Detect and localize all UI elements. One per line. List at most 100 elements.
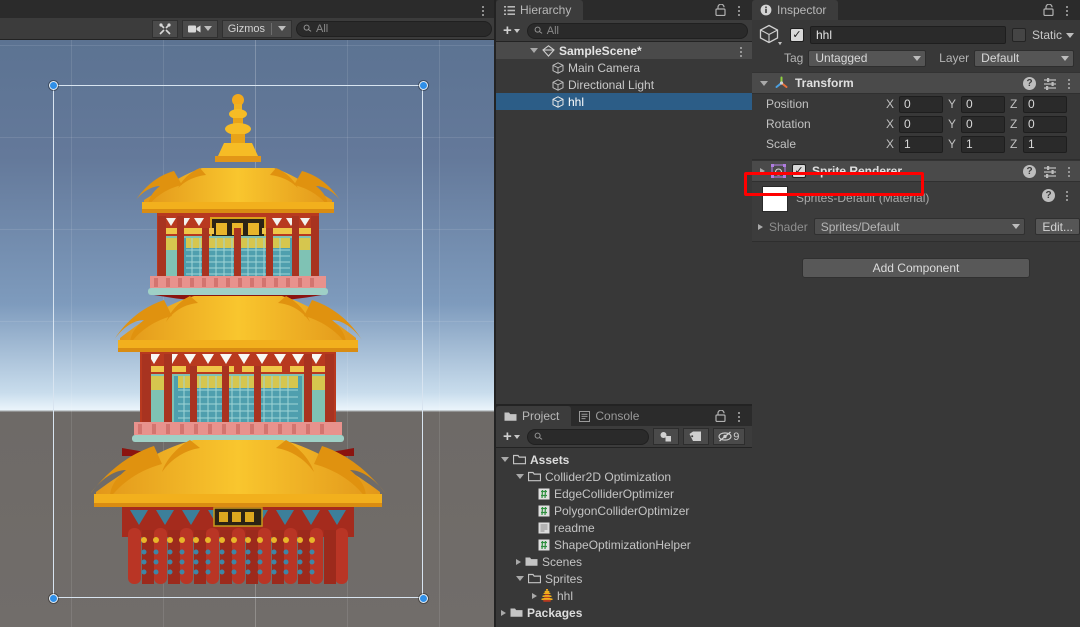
scale-z-input[interactable]: 1	[1023, 135, 1067, 153]
gameobject-name-input[interactable]: hhl	[810, 26, 1006, 44]
filter-by-type-icon[interactable]	[652, 428, 679, 445]
shader-label: Shader	[769, 219, 808, 234]
axis-label-y: Y	[948, 137, 957, 151]
hierarchy-search-input[interactable]: All	[526, 22, 748, 39]
hierarchy-item-hhl[interactable]: hhl	[496, 93, 752, 110]
hierarchy-item-label: SampleScene*	[559, 43, 642, 58]
tab-console-label: Console	[595, 409, 640, 423]
hierarchy-item-samplescene[interactable]: SampleScene*	[496, 42, 752, 59]
rotation-x-input[interactable]: 0	[899, 115, 943, 133]
hierarchy-item-label: hhl	[568, 94, 585, 109]
scene-search-input[interactable]: All	[296, 20, 492, 37]
hierarchy-item-label: Directional Light	[568, 77, 655, 92]
chevron-down-icon[interactable]	[516, 576, 524, 581]
tab-inspector[interactable]: Inspector	[752, 0, 839, 20]
chevron-right-icon[interactable]	[501, 609, 506, 616]
lock-icon[interactable]	[715, 4, 726, 16]
folder-icon	[525, 557, 538, 566]
hierarchy-item-main-camera[interactable]: Main Camera	[496, 59, 752, 76]
preset-sliders-icon[interactable]	[1043, 77, 1057, 90]
transform-component-header[interactable]: Transform ?	[752, 72, 1080, 94]
project-item-shapeoptimizationhelper[interactable]: ShapeOptimizationHelper	[496, 536, 752, 553]
project-item-readme[interactable]: readme	[496, 519, 752, 536]
add-component-button[interactable]: Add Component	[802, 258, 1030, 278]
project-item-label: Collider2D Optimization	[545, 469, 672, 484]
help-icon[interactable]: ?	[1042, 188, 1055, 202]
tag-dropdown[interactable]: Untagged	[808, 49, 927, 67]
chevron-right-icon[interactable]	[758, 223, 763, 230]
filter-by-label-icon[interactable]	[682, 428, 709, 445]
gameobject-enabled-checkbox[interactable]: ✓	[790, 28, 804, 42]
chevron-right-icon[interactable]	[516, 558, 521, 565]
scale-y-input[interactable]: 1	[961, 135, 1005, 153]
csharp-script-icon	[538, 505, 550, 516]
shader-value: Sprites/Default	[820, 219, 900, 234]
project-item-packages[interactable]: Packages	[496, 604, 752, 621]
gameobject-icon	[552, 95, 564, 108]
scene-view-canvas[interactable]	[0, 40, 496, 627]
static-checkbox[interactable]: ✓	[1011, 28, 1026, 42]
selection-handle-top-left[interactable]	[48, 80, 58, 90]
scale-x-input[interactable]: 1	[899, 135, 943, 153]
help-icon[interactable]: ?	[1023, 76, 1036, 90]
position-x-input[interactable]: 0	[899, 95, 943, 113]
scene-camera-button[interactable]	[181, 19, 218, 38]
chevron-down-icon[interactable]	[760, 80, 768, 86]
project-item-polygoncollideroptimizer[interactable]: PolygonColliderOptimizer	[496, 502, 752, 519]
project-search-input[interactable]	[526, 428, 649, 445]
lock-icon[interactable]	[1043, 4, 1054, 16]
kebab-menu-icon[interactable]	[736, 44, 746, 58]
project-item-label: readme	[554, 520, 595, 535]
project-panel: Project Console + 9 Assets Collider2D Op…	[496, 406, 752, 627]
sprite-renderer-enabled-checkbox[interactable]: ✓	[792, 164, 806, 178]
gameobject-icon	[552, 78, 564, 91]
sprite-renderer-title: Sprite Renderer	[812, 164, 903, 178]
selection-handle-bottom-left[interactable]	[48, 593, 58, 603]
project-item-hhl[interactable]: hhl	[496, 587, 752, 604]
sprite-renderer-component-header[interactable]: ✓ Sprite Renderer ?	[752, 160, 1080, 182]
kebab-menu-icon[interactable]	[734, 409, 744, 423]
position-y-input[interactable]: 0	[961, 95, 1005, 113]
chevron-right-icon[interactable]	[532, 592, 537, 599]
chevron-down-icon[interactable]	[516, 474, 524, 479]
kebab-menu-icon[interactable]	[1062, 188, 1072, 202]
tab-project[interactable]: Project	[496, 406, 572, 426]
project-create-button[interactable]: +	[500, 428, 523, 445]
kebab-menu-icon[interactable]	[734, 3, 744, 17]
tools-icon[interactable]	[151, 19, 178, 38]
gameobject-name-value: hhl	[816, 28, 833, 42]
tab-console[interactable]: Console	[571, 406, 651, 426]
lock-icon[interactable]	[715, 410, 726, 422]
kebab-menu-icon[interactable]	[1064, 164, 1074, 178]
static-dropdown[interactable]: Static	[1032, 28, 1074, 42]
material-preview-swatch[interactable]	[762, 186, 788, 212]
gizmos-button[interactable]: Gizmos	[221, 19, 292, 38]
project-item-collider2d-optimization[interactable]: Collider2D Optimization	[496, 468, 752, 485]
edit-shader-button[interactable]: Edit...	[1035, 218, 1080, 235]
kebab-menu-icon[interactable]	[1064, 76, 1074, 90]
hidden-packages-button[interactable]: 9	[712, 428, 745, 445]
project-item-edgecollideroptimizer[interactable]: EdgeColliderOptimizer	[496, 485, 752, 502]
rotation-z-input[interactable]: 0	[1023, 115, 1067, 133]
selection-handle-bottom-right[interactable]	[418, 593, 428, 603]
tab-hierarchy[interactable]: Hierarchy	[496, 0, 584, 20]
hierarchy-item-directional-light[interactable]: Directional Light	[496, 76, 752, 93]
selection-handle-top-right[interactable]	[418, 80, 428, 90]
chevron-down-icon[interactable]	[501, 457, 509, 462]
kebab-menu-icon[interactable]	[478, 3, 488, 17]
chevron-right-icon[interactable]	[760, 168, 765, 174]
help-icon[interactable]: ?	[1023, 164, 1036, 178]
project-item-label: Sprites	[545, 571, 583, 586]
position-z-input[interactable]: 0	[1023, 95, 1067, 113]
kebab-menu-icon[interactable]	[1062, 3, 1072, 17]
hierarchy-create-button[interactable]: +	[500, 22, 523, 39]
divider	[271, 22, 272, 35]
preset-sliders-icon[interactable]	[1043, 165, 1057, 178]
project-item-scenes[interactable]: Scenes	[496, 553, 752, 570]
project-item-assets[interactable]: Assets	[496, 451, 752, 468]
layer-dropdown[interactable]: Default	[974, 49, 1074, 67]
project-item-sprites[interactable]: Sprites	[496, 570, 752, 587]
chevron-down-icon[interactable]	[530, 48, 538, 53]
rotation-y-input[interactable]: 0	[961, 115, 1005, 133]
shader-dropdown[interactable]: Sprites/Default	[813, 218, 1026, 235]
